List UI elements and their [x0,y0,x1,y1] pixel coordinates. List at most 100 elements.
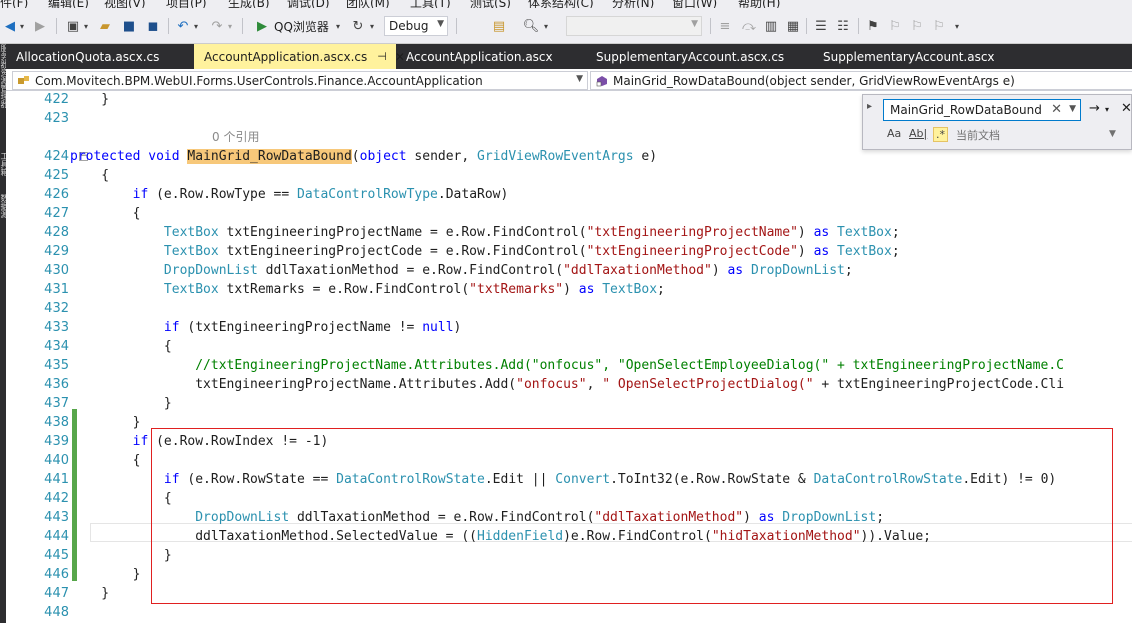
toolbar-overflow-icon[interactable]: ▾ [952,16,962,36]
tab-label: AccountApplication.ascx.cs [204,49,368,64]
menu-item-view[interactable]: 视图(V) [104,0,146,8]
line-number: 446 [44,567,69,582]
find-next-icon[interactable]: → [1089,101,1100,116]
line-number: 438 [44,415,69,430]
solution-configuration-select[interactable]: Debug ▼ [384,16,448,36]
find-icon[interactable]: 🔍︎ [522,16,540,36]
close-find-icon[interactable]: ✕ [1121,101,1132,116]
codelens-reference-count[interactable]: 0 个引用 [154,128,259,147]
tab-accountapplication-cs[interactable]: AccountApplication.ascx.cs ⊣ ✕ [194,44,405,69]
comment-icon[interactable]: ≡ [716,16,734,36]
code-line: DropDownList ddlTaxationMethod = e.Row.F… [70,261,853,280]
tab-supplementaryaccount-cs[interactable]: SupplementaryAccount.ascx.cs [586,44,813,69]
menu-item-debug[interactable]: 调试(D) [287,0,330,8]
line-number: 441 [44,472,69,487]
save-icon[interactable]: ■ [120,16,138,36]
back-dropdown-icon[interactable]: ▾ [18,16,26,36]
prev-bookmark-icon[interactable]: ⚐ [886,16,904,36]
redo-icon[interactable]: ↷ [208,16,226,36]
reference-count-text[interactable]: 0 个引用 [212,130,259,144]
bookmark-icon[interactable]: ⚑ [864,16,882,36]
code-token: ) [743,510,759,525]
line-number: 430 [44,263,69,278]
start-debug-icon[interactable]: ▶ [254,16,270,36]
menu-item-window[interactable]: 窗口(W) [672,0,717,8]
menu-item-build[interactable]: 生成(B) [228,0,270,8]
code-token: MainGrid_RowDataBound [187,149,352,164]
code-editor[interactable]: 422 } 423 0 个引用 424− protected void MainGrid… [6,91,1132,623]
uncomment-lines-icon[interactable]: ☷ [834,16,852,36]
code-token: if [163,320,180,335]
solution-platform-select[interactable]: ▼ [566,16,702,36]
forward-icon[interactable]: ▶ [32,16,48,36]
outlining-icon[interactable]: ▦ [784,16,802,36]
menu-item-file[interactable]: 件(F) [0,0,28,8]
menu-item-team[interactable]: 团队(M) [346,0,390,8]
code-token: TextBox [837,225,892,240]
solution-configuration-value: Debug [389,19,429,33]
menu-item-help[interactable]: 帮助(H) [738,0,780,8]
match-whole-word-toggle[interactable]: Ab| [909,127,927,140]
refresh-dropdown-icon[interactable]: ▾ [368,16,376,36]
code-line: TextBox txtEngineeringProjectName = e.Ro… [70,223,900,242]
open-file-icon[interactable]: ▰ [96,16,114,36]
document-tabs: AllocationQuota.ascx.cs AccountApplicati… [6,44,1132,69]
next-bookmark-icon[interactable]: ⚐ [908,16,926,36]
menu-item-tools[interactable]: 工具(T) [410,0,451,8]
type-dropdown[interactable]: Com.Movitech.BPM.WebUI.Forms.UserControl… [12,71,588,90]
expand-replace-icon[interactable]: ▸ [867,101,872,112]
menu-item-test[interactable]: 测试(S) [470,0,511,8]
tab-accountapplication-ascx[interactable]: AccountApplication.ascx [396,44,586,69]
find-dropdown-icon[interactable]: ▾ [542,16,550,36]
code-token: } [70,396,172,411]
find-in-files-icon[interactable]: ▤ [490,16,508,36]
code-token: ddlTaxationMethod = e.Row.FindControl( [257,263,564,278]
comment-lines-icon[interactable]: ☰ [812,16,830,36]
code-token: ) [797,225,814,240]
code-token: txtEngineeringProjectName = e.Row.FindCo… [218,225,587,240]
new-project-icon[interactable]: ▣ [64,16,82,36]
redo-dropdown-icon[interactable]: ▾ [226,16,234,36]
find-search-input[interactable]: MainGrid_RowDataBound ✕ ▼ [883,99,1081,121]
line-number: 440 [44,453,69,468]
search-scope-select[interactable]: 当前文档 [956,127,1000,143]
menu-item-edit[interactable]: 编辑(E) [48,0,89,8]
clear-search-icon[interactable]: ✕ [1051,102,1062,117]
browser-dropdown-icon[interactable]: ▾ [334,16,342,36]
code-token: ) [711,263,728,278]
step-over-icon[interactable]: ⤼ [740,16,758,36]
code-token: " OpenSelectProjectDialog(" [602,377,814,392]
code-token: ) [453,320,462,335]
undo-dropdown-icon[interactable]: ▾ [192,16,200,36]
code-token: { [70,453,141,468]
line-number: 439 [44,434,69,449]
save-all-icon[interactable]: ◼ [144,16,162,36]
code-token: .Edit || [484,472,556,487]
code-line: } [70,565,141,584]
menu-item-project[interactable]: 项目(P) [166,0,207,8]
find-options-dropdown-icon[interactable]: ▾ [1105,105,1109,114]
menu-item-architecture[interactable]: 体系结构(C) [528,0,594,8]
search-history-dropdown-icon[interactable]: ▼ [1069,104,1076,114]
code-token: Convert [555,472,611,487]
code-line: txtEngineeringProjectName.Attributes.Add… [70,375,1064,394]
tab-supplementaryaccount-ascx[interactable]: SupplementaryAccount.ascx [813,44,1013,69]
new-dropdown-icon[interactable]: ▾ [82,16,90,36]
refresh-icon[interactable]: ↻ [350,16,366,36]
code-token: "ddlTaxationMethod" [594,510,744,525]
clear-bookmarks-icon[interactable]: ⚐ [930,16,948,36]
back-icon[interactable]: ◀ [2,16,18,36]
toggle-bookmark-list-icon[interactable]: ▥ [762,16,780,36]
undo-icon[interactable]: ↶ [174,16,192,36]
start-browser-label[interactable]: QQ浏览器 [274,18,329,35]
menu-item-analyze[interactable]: 分析(N) [612,0,654,8]
chevron-down-icon: ▼ [437,19,444,29]
pin-icon[interactable]: ⊣ [377,50,387,63]
match-case-toggle[interactable]: Aa [887,127,901,140]
chevron-down-icon: ▼ [576,74,583,84]
use-regex-toggle[interactable]: .* [933,127,948,142]
member-dropdown[interactable]: MainGrid_RowDataBound(object sender, Gri… [590,71,1132,90]
tab-allocationquota-cs[interactable]: AllocationQuota.ascx.cs [6,44,194,69]
